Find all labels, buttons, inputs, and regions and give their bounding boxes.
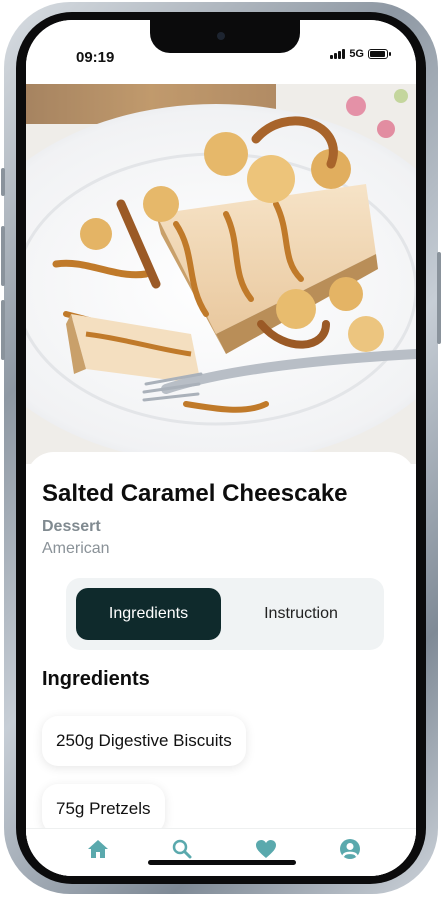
recipe-title: Salted Caramel Cheescake (42, 480, 348, 507)
nav-search[interactable] (162, 835, 202, 863)
ingredient-item: 75g Pretzels (42, 784, 165, 834)
network-label: 5G (349, 48, 364, 60)
tab-instruction[interactable]: Instruction (226, 588, 376, 640)
silent-switch (1, 168, 5, 196)
volume-up-button (1, 226, 5, 286)
status-bar: 09:19 5G (26, 20, 416, 84)
tab-ingredients[interactable]: Ingredients (76, 588, 221, 640)
nav-favorites[interactable] (246, 835, 286, 863)
nav-profile[interactable] (330, 835, 370, 863)
nav-home[interactable] (78, 835, 118, 863)
home-icon (88, 840, 108, 858)
recipe-photo (26, 84, 416, 464)
home-indicator[interactable] (148, 860, 296, 865)
front-camera (217, 32, 225, 40)
recipe-card: Salted Caramel Cheescake Dessert America… (26, 452, 416, 876)
notch (150, 20, 300, 53)
battery-icon (368, 49, 391, 59)
clock: 09:19 (76, 49, 115, 66)
ingredients-heading: Ingredients (42, 668, 150, 690)
signal-icon (330, 49, 346, 59)
bottom-nav (26, 828, 416, 876)
recipe-area: American (42, 540, 110, 557)
screen: 09:19 5G Salted Caramel Cheescake Desser… (26, 20, 416, 876)
heart-icon (256, 840, 276, 858)
volume-down-button (1, 300, 5, 360)
recipe-category: Dessert (42, 518, 101, 535)
status-indicators: 5G (330, 48, 391, 60)
power-button (437, 252, 441, 344)
profile-icon (340, 839, 360, 859)
ingredient-item: 250g Digestive Biscuits (42, 716, 246, 766)
phone-frame: 09:19 5G Salted Caramel Cheescake Desser… (1, 2, 441, 894)
bezel: 09:19 5G Salted Caramel Cheescake Desser… (16, 12, 426, 884)
search-icon (172, 839, 192, 859)
segmented-control: Ingredients Instruction (66, 578, 384, 650)
